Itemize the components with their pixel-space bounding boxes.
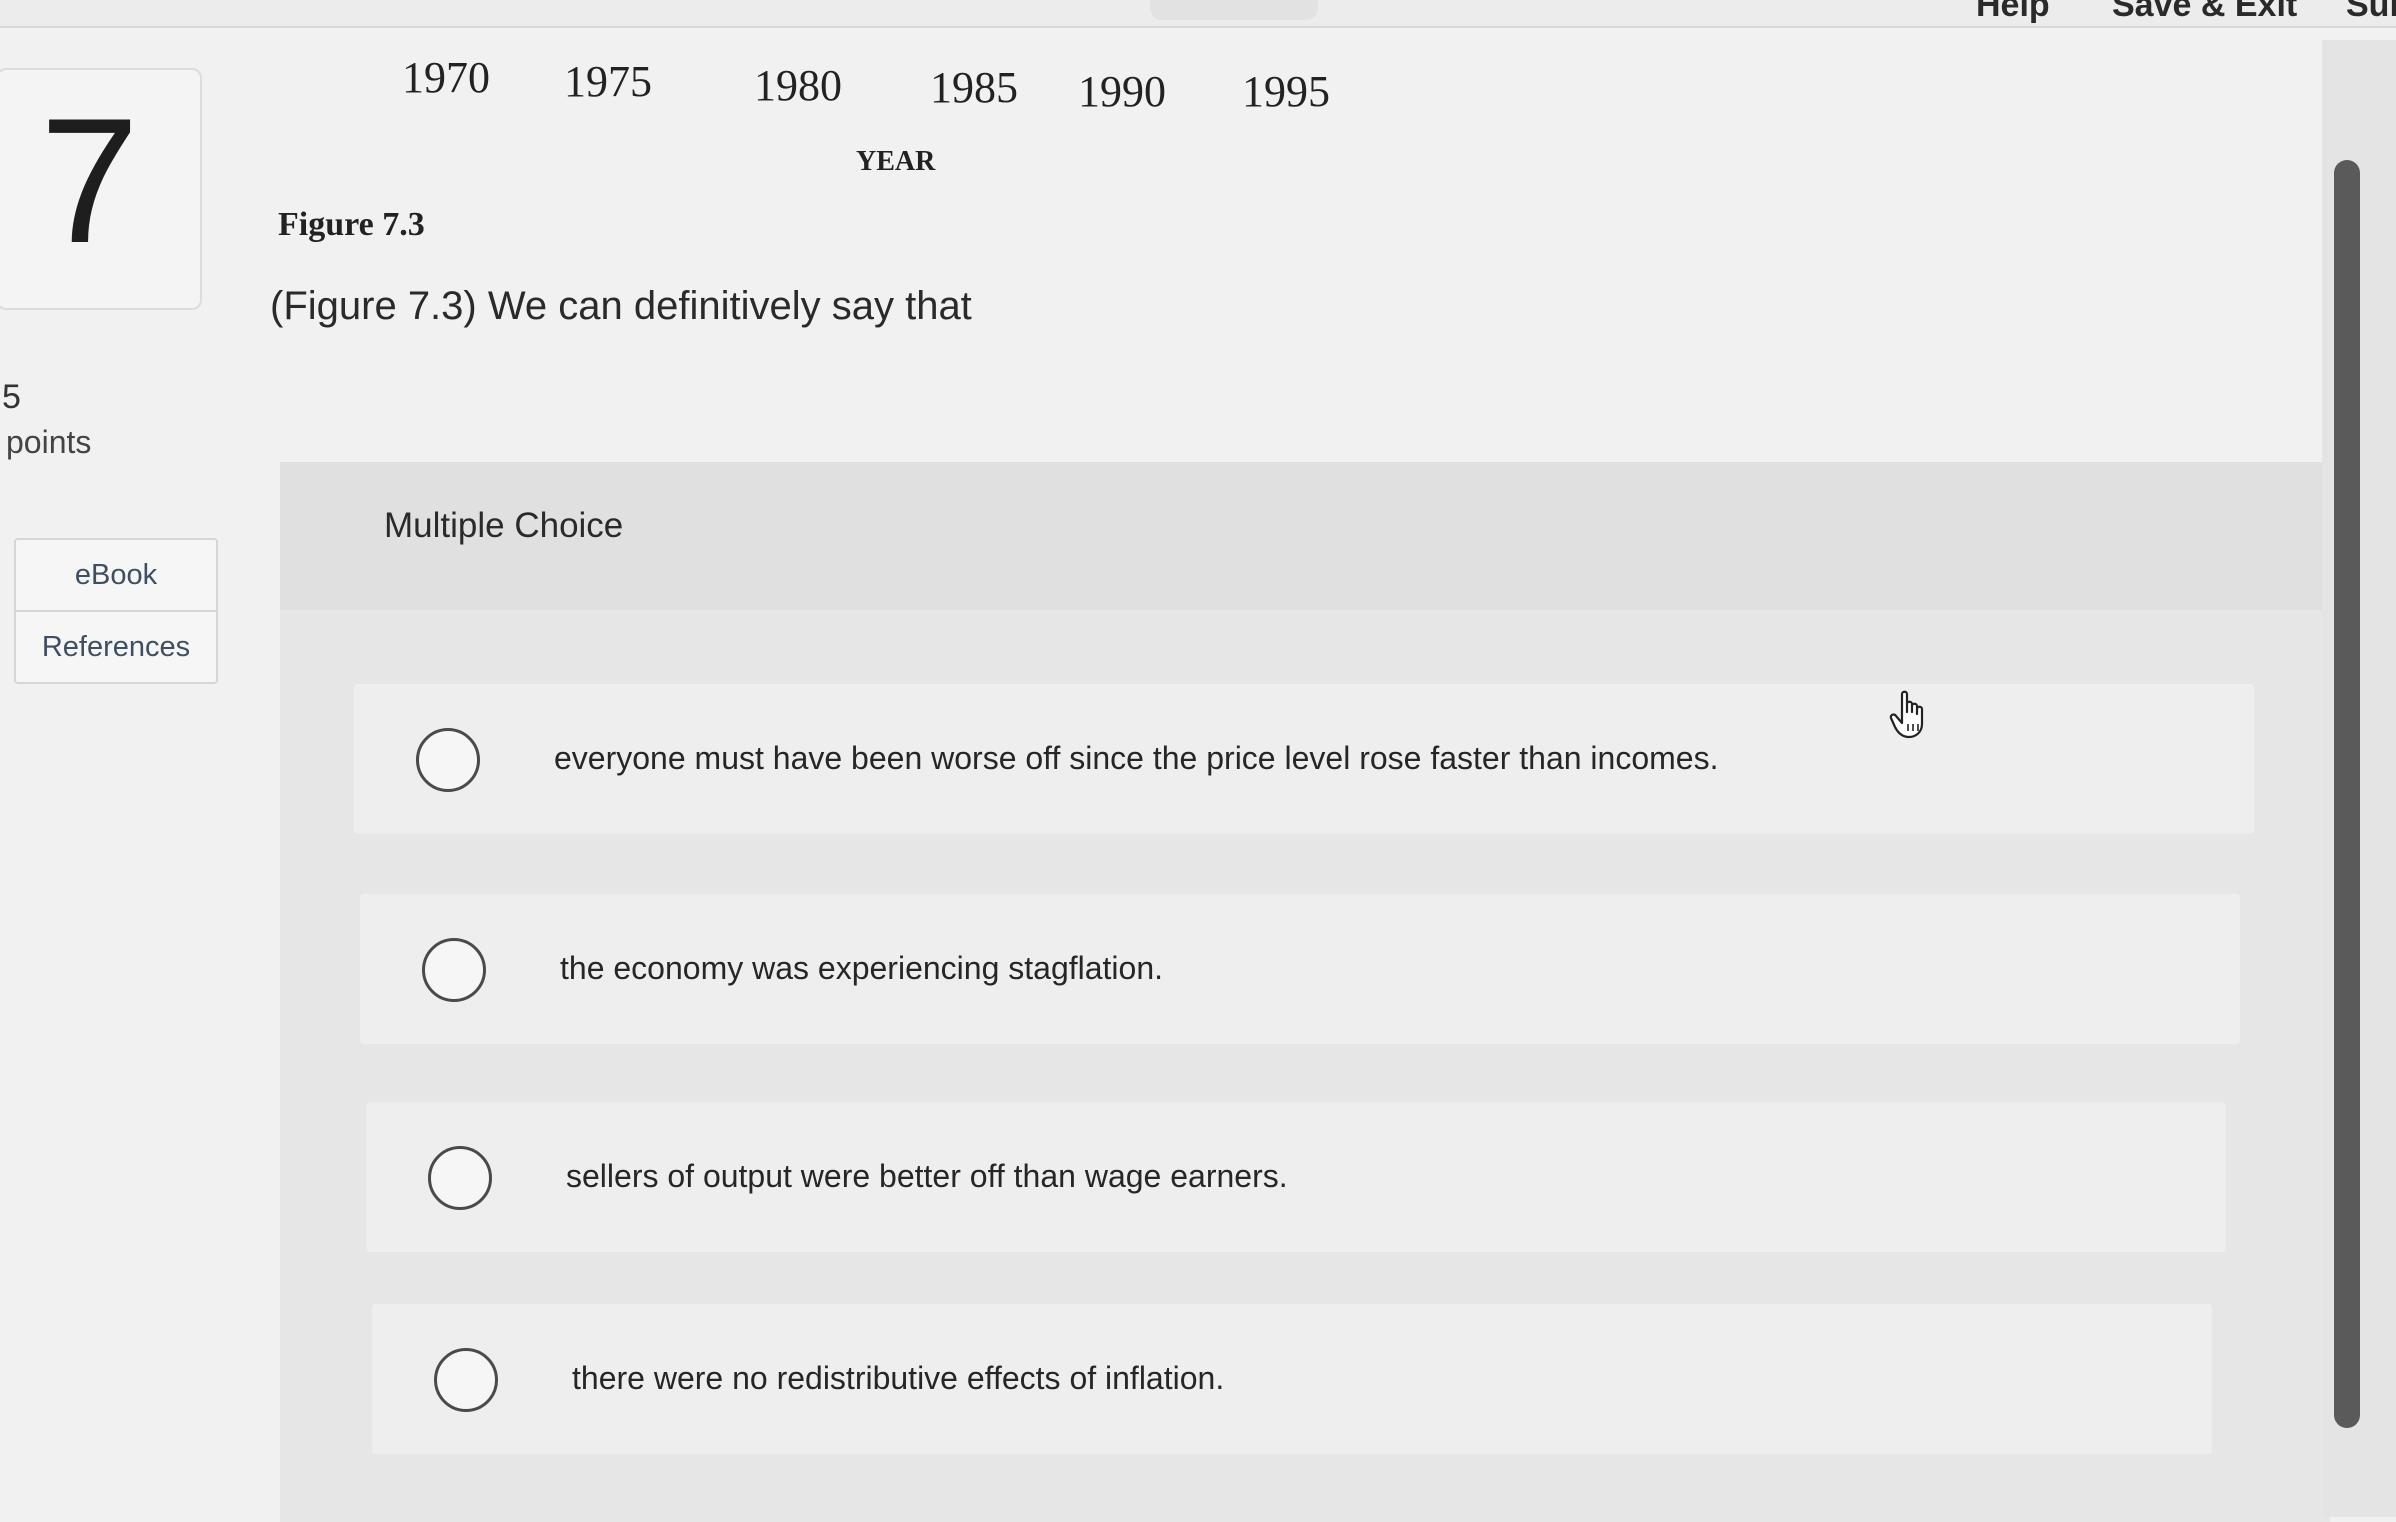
answer-option[interactable]: there were no redistributive effects of …: [372, 1304, 2212, 1454]
save-exit-link[interactable]: Save & Exit: [2112, 0, 2297, 25]
points-value: 5: [2, 378, 21, 416]
x-tick-label: 1985: [930, 63, 1018, 112]
multiple-choice-panel: Multiple Choice everyone must have been …: [280, 462, 2330, 1522]
figure-x-axis-label: YEAR: [856, 146, 936, 177]
answer-option[interactable]: everyone must have been worse off since …: [354, 684, 2254, 834]
resource-buttons: eBook References: [14, 538, 218, 684]
figure-caption: Figure 7.3: [278, 206, 425, 243]
radio-button[interactable]: [416, 728, 480, 792]
multiple-choice-header: Multiple Choice: [280, 462, 2330, 610]
scrollbar-thumb[interactable]: [2334, 160, 2360, 1428]
help-link[interactable]: Help: [1976, 0, 2050, 25]
question-number: 7: [40, 81, 139, 280]
radio-button[interactable]: [434, 1348, 498, 1412]
answer-option-text: the economy was experiencing stagflation…: [560, 950, 1164, 986]
figure-x-axis-ticks: 1970 1975 1980 1985 1990 1995: [0, 52, 1400, 116]
x-tick-label: 1995: [1242, 67, 1330, 116]
answer-option-text: there were no redistributive effects of …: [572, 1360, 1225, 1396]
x-tick-label: 1970: [402, 53, 490, 102]
question-prompt: (Figure 7.3) We can definitively say tha…: [270, 284, 972, 328]
hand-pointer-icon: [1889, 690, 1924, 739]
tab-stub: [1150, 0, 1318, 20]
radio-button[interactable]: [428, 1146, 492, 1210]
top-bar: Help Save & Exit Sul: [0, 0, 2396, 28]
answer-option-text: everyone must have been worse off since …: [554, 740, 1719, 776]
points-label: points: [6, 424, 92, 460]
x-tick-label: 1975: [564, 57, 652, 106]
x-tick-label: 1990: [1078, 67, 1166, 116]
x-tick-label: 1980: [754, 61, 842, 110]
answer-option[interactable]: the economy was experiencing stagflation…: [360, 894, 2240, 1044]
answer-option[interactable]: sellers of output were better off than w…: [366, 1102, 2226, 1252]
answer-option-text: sellers of output were better off than w…: [566, 1158, 1288, 1194]
radio-button[interactable]: [422, 938, 486, 1002]
submit-link[interactable]: Sul: [2346, 0, 2396, 25]
multiple-choice-title: Multiple Choice: [384, 506, 624, 545]
ebook-button[interactable]: eBook: [16, 540, 216, 610]
references-button[interactable]: References: [16, 610, 216, 682]
